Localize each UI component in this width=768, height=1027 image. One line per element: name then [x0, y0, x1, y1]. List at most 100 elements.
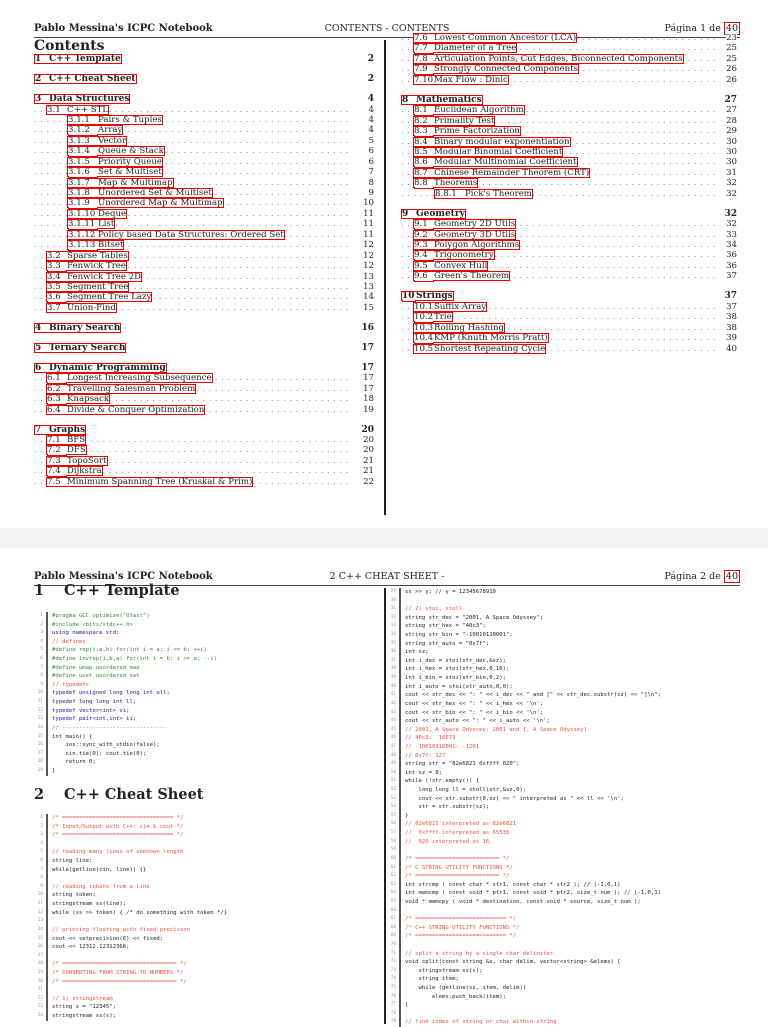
- toc-entry: ........................................…: [401, 74, 737, 86]
- toc-link[interactable]: 8.4 Binary modular exponentiation: [413, 136, 571, 147]
- toc-link[interactable]: 9.3 Polygon Algorithms: [413, 240, 521, 250]
- line-number: 33: [390, 623, 396, 629]
- toc-link[interactable]: 9 Geometry: [401, 208, 466, 219]
- toc-link[interactable]: 9.2 Geometry 3D Utils: [413, 229, 517, 240]
- toc-link[interactable]: 8.7 Chinese Remainder Theorem (CRT): [413, 167, 591, 178]
- line-number: 15: [37, 733, 43, 739]
- code-line: 12 while (ss >> token) { /* do something …: [34, 909, 374, 918]
- toc-link[interactable]: 3.1.13 Bitset: [67, 240, 125, 251]
- code-line: 9 // reading tokens from a line: [34, 883, 374, 892]
- toc-page: 21: [363, 455, 374, 467]
- toc-link[interactable]: 3.1.1 Pairs & Tuples: [67, 114, 163, 125]
- toc-link[interactable]: 7.1 BFS: [46, 435, 87, 445]
- code-text: while(getline(cin, line)) {}: [52, 866, 147, 873]
- toc-page: 8: [368, 177, 374, 189]
- code-text: // split a string by a single char delim…: [405, 950, 554, 957]
- code-text: #define invrep(i,b,a) for(int i = b; i >…: [52, 656, 218, 663]
- toc-number: 10.4: [414, 333, 434, 344]
- toc-link[interactable]: 8.2 Primality Test: [413, 115, 496, 126]
- toc-link[interactable]: 3.1.2 Array: [67, 125, 124, 136]
- toc-link[interactable]: 7.3 TopoSort: [46, 455, 108, 466]
- toc-link[interactable]: 7 Graphs: [34, 424, 87, 435]
- toc-link[interactable]: 6.1 Longest Increasing Subsequence: [46, 373, 213, 384]
- toc-link[interactable]: 8.1 Euclidean Algorithm: [413, 105, 525, 116]
- toc-entry: ........................................…: [401, 333, 737, 344]
- toc-number: 7.4: [47, 466, 61, 477]
- toc-link[interactable]: 3.5 Segment Tree: [46, 281, 130, 292]
- toc-number: 7.7: [414, 43, 428, 54]
- toc-link[interactable]: 3.1.9 Unordered Map & Multimap: [67, 198, 224, 209]
- code-line: 29 ss >> y; // y = 12345678910: [387, 588, 757, 597]
- toc-link[interactable]: 7.8 Articulation Points, Cut Edges, Bicon…: [413, 53, 684, 64]
- toc-label: BFS: [67, 435, 86, 445]
- toc-link[interactable]: 9.5 Convex Hull: [413, 260, 489, 271]
- toc-link[interactable]: 1 C++ Template: [34, 54, 122, 64]
- toc-page: 20: [363, 435, 374, 446]
- code-line: 75 while (getline(ss, item, delim)): [387, 984, 757, 993]
- toc-link[interactable]: 5 Ternary Search: [34, 342, 127, 353]
- toc-link[interactable]: 3.7 Union-Find: [46, 302, 117, 313]
- toc-page: 17: [361, 362, 374, 374]
- toc-link[interactable]: 3 Data Structures: [34, 94, 131, 104]
- toc-link[interactable]: 7.6 Lowest Common Ancestor (LCA): [413, 33, 578, 43]
- toc-entry: ........................................…: [34, 383, 374, 395]
- toc-link[interactable]: 3.3 Fenwick Tree: [46, 261, 127, 272]
- toc-link[interactable]: 10.3Rolling Hashing: [413, 322, 506, 333]
- toc-link[interactable]: 2 C++ Cheat Sheet: [34, 74, 137, 84]
- toc-number: 8.7: [414, 167, 428, 178]
- toc-link[interactable]: 3.1.3 Vector: [67, 135, 128, 146]
- toc-link[interactable]: 10Strings: [401, 291, 454, 302]
- toc-link[interactable]: 3.1.6 Set & Multiset: [67, 167, 163, 178]
- toc-page: 11: [363, 208, 374, 220]
- toc-link[interactable]: 8.3 Prime Factorization: [413, 126, 521, 137]
- toc-link[interactable]: 3.1.10 Deque: [67, 208, 128, 219]
- toc-link[interactable]: 8.6 Modular Multinomial Coefficient: [413, 157, 578, 168]
- toc-link[interactable]: 3.6 Segment Tree Lazy: [46, 292, 153, 303]
- toc-link[interactable]: 3.1 C++ STL: [46, 104, 110, 115]
- toc-link[interactable]: 4 Binary Search: [34, 322, 122, 333]
- toc-link[interactable]: 7.10Max Flow : Dinic: [413, 74, 509, 85]
- toc-link[interactable]: 9.1 Geometry 2D Utils: [413, 219, 517, 230]
- toc-page: 9: [368, 188, 374, 199]
- toc-link[interactable]: 6.2 Travelling Salesman Problem: [46, 383, 197, 394]
- toc-label: Ternary Search: [49, 342, 126, 353]
- toc-link[interactable]: 10.5Shortest Repeating Cycle: [413, 343, 547, 354]
- toc-link[interactable]: 6.3 Knapsack: [46, 394, 111, 405]
- toc-link[interactable]: 7.2 DFS: [46, 445, 87, 456]
- toc-link[interactable]: 3.4 Fenwick Tree 2D: [46, 271, 143, 282]
- line-number: 35: [390, 640, 396, 646]
- toc-link[interactable]: 7.4 Dijkstra: [46, 466, 103, 477]
- line-number: 76: [390, 993, 396, 999]
- toc-link[interactable]: 6 Dynamic Programming: [34, 362, 167, 373]
- toc-entry: ........................................…: [401, 322, 737, 334]
- toc-link[interactable]: 8.8 Theorems: [413, 178, 479, 189]
- code-text: ss >> y; // y = 12345678910: [405, 589, 496, 595]
- toc-page: 37: [724, 291, 737, 302]
- code-line: 31 // 2) stoi, stoll: [387, 605, 757, 614]
- toc-link[interactable]: 3.2 Sparse Tables: [46, 250, 129, 261]
- toc-link[interactable]: 10.1Suffix Array: [413, 301, 488, 312]
- toc-link[interactable]: 3.1.12 Policy based Data Structures: Orde…: [67, 229, 285, 240]
- toc-entry: ........................................…: [401, 136, 737, 147]
- toc-link[interactable]: 3.1.7 Map & Multimap: [67, 177, 174, 188]
- toc-link[interactable]: 3.1.11 List: [67, 219, 116, 230]
- toc-link[interactable]: 8 Mathematics: [401, 94, 483, 105]
- toc-link[interactable]: 6.4 Divide & Conquer Optimization: [46, 404, 206, 415]
- toc-link[interactable]: 3.1.8 Unordered Set & Multiset: [67, 188, 213, 198]
- toc-link[interactable]: 8.5 Modular Binomial Coefficient: [413, 146, 564, 157]
- toc-link[interactable]: 3.1.5 Priority Queue: [67, 156, 163, 167]
- toc-link[interactable]: 10.4KMP (Knuth Morris Pratt): [413, 333, 549, 344]
- toc-label: Divide & Conquer Optimization: [67, 404, 205, 415]
- toc-link[interactable]: 9.4 Trigonometry: [413, 250, 495, 261]
- toc-link[interactable]: 7.9 Strongly Connected Components: [413, 64, 580, 75]
- toc-link[interactable]: 3.1.4 Queue & Stack: [67, 146, 165, 157]
- toc-link[interactable]: 8.8.1 Pick's Theorem: [434, 188, 533, 199]
- toc-link[interactable]: 10.2Trie: [413, 312, 453, 323]
- toc-link[interactable]: 9.6 Green's Theorem: [413, 271, 511, 282]
- toc-link[interactable]: 7.7 Diameter of a Tree: [413, 43, 518, 54]
- section-number: 1: [34, 582, 45, 599]
- total-pages-link[interactable]: 40: [723, 570, 740, 583]
- toc-link[interactable]: 7.5 Minimum Spanning Tree (Kruskal & Prim…: [46, 476, 254, 487]
- toc-page: 25: [726, 53, 737, 65]
- code-text: typedef vector<int> vi;: [52, 707, 130, 714]
